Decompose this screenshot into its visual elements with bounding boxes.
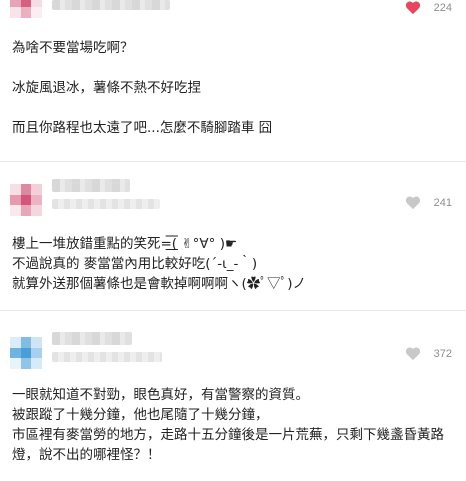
like-button[interactable]: 372 [405,346,452,361]
comment-line: 而且你路程也太遠了吧...怎麼不騎腳踏車 囧 [12,120,273,136]
like-count: 372 [433,347,452,360]
comment-line: 被跟蹤了十幾分鐘，他也尾隨了十幾分鐘， [12,407,269,423]
comment-body: 樓上一堆放錯重點的笑死=͟͟͞͞( ✌°∀° )☛ 不過說真的 麥當當內用比較好… [12,234,456,294]
heart-icon [405,347,420,361]
comment-line: 燈，說不出的哪裡怪？！ [12,447,161,463]
comment-line: 市區裡有麥當勞的地方，走路十五分鐘後是一片荒蕪，只剩下幾盞昏黃路 [12,427,444,443]
metadata-blurred [52,352,162,362]
username-blurred [52,0,170,10]
heart-icon [405,196,420,210]
avatar[interactable] [10,337,42,369]
comment-body: 一眼就知道不對勁，眼色真好，有當警察的資質。 被跟蹤了十幾分鐘，他也尾隨了十幾分… [12,385,456,465]
heart-icon [405,1,420,15]
username-blurred [52,332,132,345]
metadata-blurred [52,199,160,209]
avatar[interactable] [10,184,42,216]
like-button[interactable]: 241 [405,195,452,210]
comment-line: 一眼就知道不對勁，眼色真好，有當警察的資質。 [12,387,309,403]
like-count: 241 [433,196,452,209]
comment-line: 不過說真的 麥當當內用比較好吃(´-ι_-｀) [12,256,258,272]
username-blurred [52,179,130,192]
comment-line: 冰旋風退冰，薯條不熱不好吃捏 [12,80,201,96]
comment-line: 樓上一堆放錯重點的笑死=͟͟͞͞( ✌°∀° )☛ [12,236,238,252]
comment-body: 為啥不要當場吃啊？ 冰旋風退冰，薯條不熱不好吃捏 而且你路程也太遠了吧...怎麼… [12,38,456,138]
comment-card: 224 為啥不要當場吃啊？ 冰旋風退冰，薯條不熱不好吃捏 而且你路程也太遠了吧.… [0,0,466,162]
comment-line: 為啥不要當場吃啊？ [12,40,134,56]
comment-card: 372 一眼就知道不對勁，眼色真好，有當警察的資質。 被跟蹤了十幾分鐘，他也尾隨… [0,311,466,481]
comment-line: 就算外送那個薯條也是會軟掉啊啊啊ヽ(✿ﾟ▽ﾟ)ノ [12,276,307,292]
comment-card: 241 樓上一堆放錯重點的笑死=͟͟͞͞( ✌°∀° )☛ 不過說真的 麥當當內… [0,162,466,311]
like-button[interactable]: 224 [405,0,452,15]
like-count: 224 [433,1,452,14]
avatar[interactable] [10,0,42,18]
